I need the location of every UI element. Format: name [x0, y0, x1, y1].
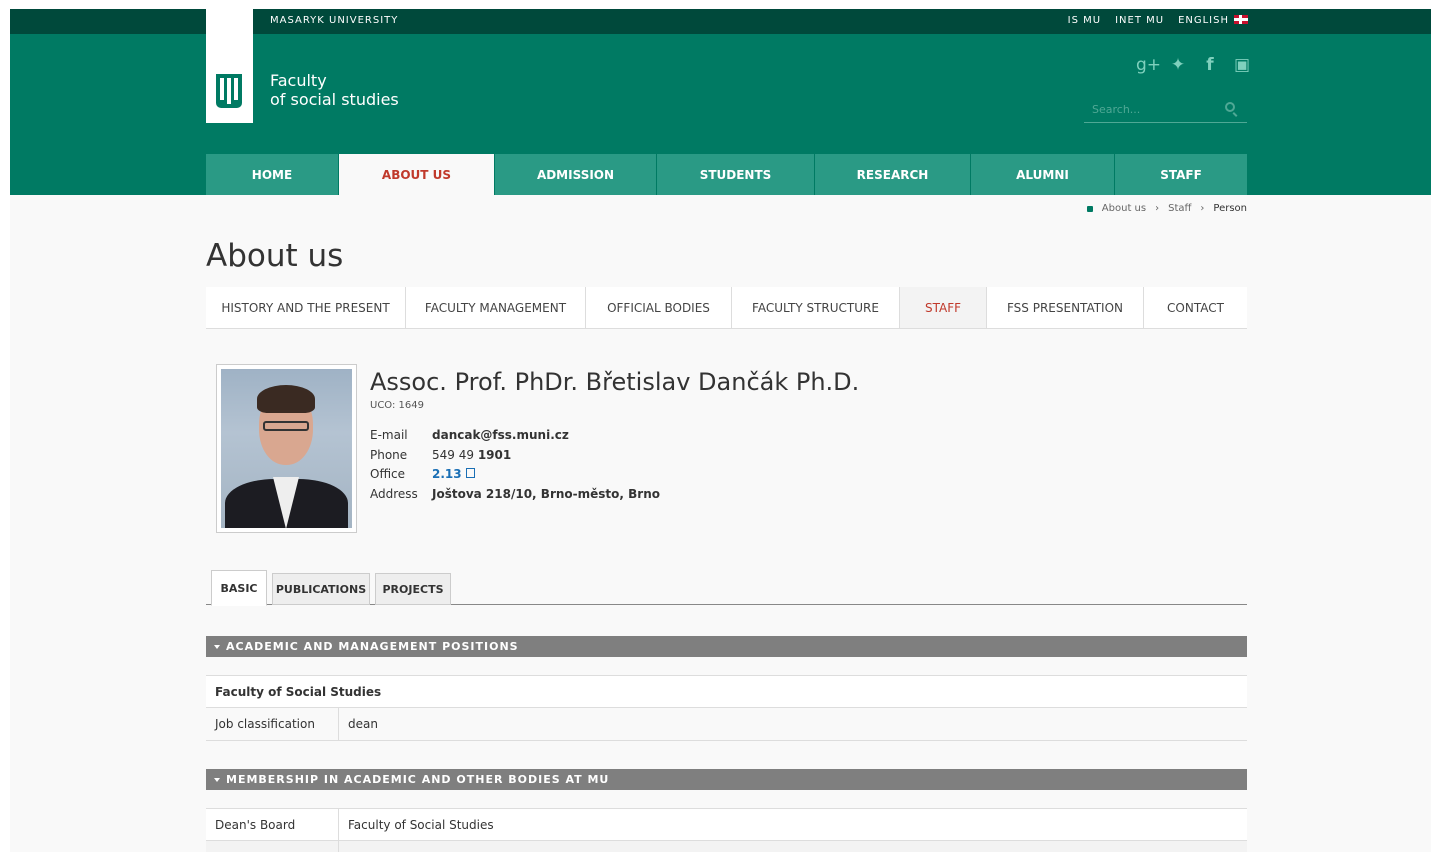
is-mu-link[interactable]: IS MU	[1068, 15, 1101, 26]
site-header: MASARYK UNIVERSITY IS MU INET MU ENGLISH…	[10, 9, 1431, 195]
phone-prefix: 549 49	[432, 447, 474, 462]
page-title: About us	[206, 238, 344, 274]
faculty-name-line1: Faculty	[270, 71, 327, 90]
portrait-image	[221, 369, 352, 528]
section-academic-positions[interactable]: ACADEMIC AND MANAGEMENT POSITIONS	[206, 636, 1247, 657]
breadcrumb: About us › Staff › Person	[1086, 203, 1247, 214]
section-membership[interactable]: MEMBERSHIP IN ACADEMIC AND OTHER BODIES …	[206, 769, 1247, 790]
row-value: dean	[348, 717, 378, 731]
breadcrumb-separator-icon: ›	[1155, 203, 1160, 214]
row-value: Faculty of Social Studies	[348, 817, 494, 832]
nav-students[interactable]: STUDENTS	[657, 154, 815, 195]
uk-flag-icon	[1234, 15, 1248, 24]
phone-extension: 1901	[477, 447, 512, 462]
mu-logo[interactable]	[206, 9, 253, 123]
search-icon[interactable]	[1225, 102, 1235, 112]
tab-publications[interactable]: PUBLICATIONS	[272, 573, 370, 605]
address-link[interactable]: Joštova 218/10, Brno-město, Brno	[432, 485, 660, 505]
tab-basic[interactable]: BASIC	[211, 570, 267, 606]
table-row: Job classification dean	[206, 708, 1247, 741]
home-icon[interactable]	[1086, 205, 1093, 212]
twitter-icon[interactable]: ✦	[1168, 55, 1188, 75]
row-key: Job classification	[206, 708, 339, 740]
nav-admission[interactable]: ADMISSION	[495, 154, 657, 195]
logo-mark-icon	[216, 74, 242, 108]
collapse-icon	[214, 777, 220, 782]
qr-code-icon[interactable]	[465, 468, 475, 478]
google-plus-icon[interactable]: g+	[1136, 55, 1161, 75]
person-photo	[216, 364, 357, 533]
youtube-icon[interactable]: ▣	[1232, 55, 1252, 75]
social-links: g+ ✦ f ▣	[1136, 55, 1252, 75]
nav-research[interactable]: RESEARCH	[815, 154, 971, 195]
language-switch[interactable]: ENGLISH	[1178, 15, 1248, 26]
nav-about-us[interactable]: ABOUT US	[339, 154, 495, 195]
facebook-icon[interactable]: f	[1200, 55, 1220, 75]
nav-home[interactable]: HOME	[206, 154, 339, 195]
email-link[interactable]: dancak@fss.muni.cz	[432, 426, 569, 446]
email-label: E-mail	[370, 428, 408, 442]
subnav-fss-presentation[interactable]: FSS PRESENTATION	[987, 287, 1144, 328]
phone-value: 549 49 1901	[432, 446, 511, 466]
subnav-contact[interactable]: CONTACT	[1144, 287, 1247, 328]
person-name: Assoc. Prof. PhDr. Břetislav Dančák Ph.D…	[370, 368, 860, 396]
contact-info: E-mail dancak@fss.muni.cz Phone 549 49 190…	[370, 426, 660, 504]
office-label: Office	[370, 467, 406, 481]
section-title: MEMBERSHIP IN ACADEMIC AND OTHER BODIES …	[226, 773, 610, 786]
collapse-icon	[214, 644, 220, 649]
subnav-official-bodies[interactable]: OFFICIAL BODIES	[586, 287, 732, 328]
inet-mu-link[interactable]: INET MU	[1115, 15, 1164, 26]
breadcrumb-person: Person	[1213, 203, 1247, 214]
office-link[interactable]: 2.13	[432, 467, 462, 481]
org-header: Faculty of Social Studies	[206, 675, 1247, 708]
university-link[interactable]: MASARYK UNIVERSITY	[270, 15, 398, 26]
search-input[interactable]	[1092, 97, 1212, 121]
breadcrumb-about-us[interactable]: About us	[1102, 203, 1146, 214]
language-label: ENGLISH	[1178, 15, 1229, 26]
top-links: IS MU INET MU ENGLISH	[1068, 15, 1248, 26]
table-row: Dean's Board Faculty of Social Studies	[206, 808, 1247, 841]
page: MASARYK UNIVERSITY IS MU INET MU ENGLISH…	[10, 9, 1431, 852]
section-nav: HISTORY AND THE PRESENT FACULTY MANAGEME…	[206, 287, 1247, 329]
nav-alumni[interactable]: ALUMNI	[971, 154, 1115, 195]
subnav-faculty-management[interactable]: FACULTY MANAGEMENT	[406, 287, 586, 328]
phone-label: Phone	[370, 447, 408, 462]
faculty-name-line2: of social studies	[270, 90, 399, 109]
profile-tabs: BASIC PUBLICATIONS PROJECTS	[206, 569, 1247, 606]
address-label: Address	[370, 486, 418, 501]
main-nav: HOME ABOUT US ADMISSION STUDENTS RESEARC…	[206, 154, 1247, 195]
nav-staff[interactable]: STAFF	[1115, 154, 1247, 195]
subnav-history[interactable]: HISTORY AND THE PRESENT	[206, 287, 406, 328]
breadcrumb-separator-icon: ›	[1200, 203, 1205, 214]
faculty-name[interactable]: Faculty of social studies	[270, 71, 399, 109]
row-key: Dean's Board	[206, 809, 339, 840]
subnav-staff[interactable]: STAFF	[900, 287, 987, 328]
tab-projects[interactable]: PROJECTS	[375, 573, 451, 605]
table-row	[206, 841, 1247, 852]
person-uco: UCO: 1649	[370, 400, 424, 411]
breadcrumb-staff[interactable]: Staff	[1168, 203, 1191, 214]
section-title: ACADEMIC AND MANAGEMENT POSITIONS	[226, 640, 519, 653]
search-box	[1084, 97, 1247, 123]
row-key	[206, 841, 339, 852]
subnav-faculty-structure[interactable]: FACULTY STRUCTURE	[732, 287, 900, 328]
